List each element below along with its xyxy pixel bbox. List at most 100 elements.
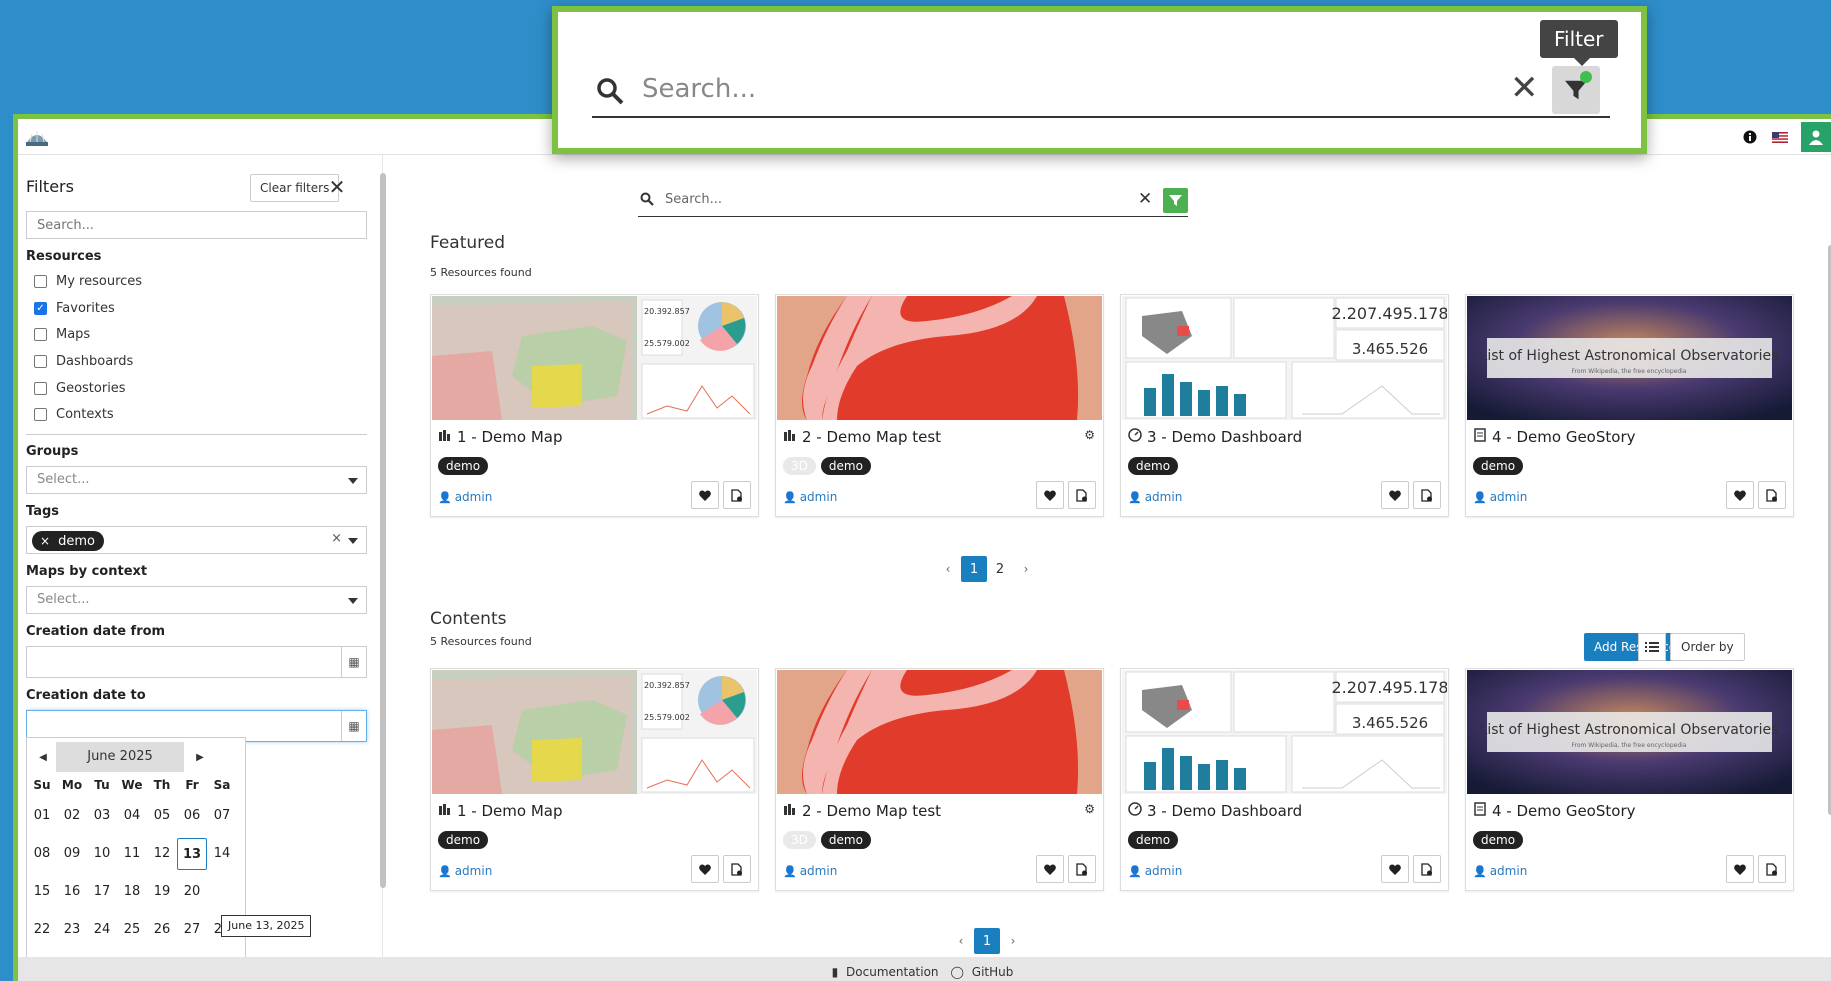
resource-owner[interactable]: 👤 admin [1473, 490, 1527, 504]
calendar-day[interactable]: 18 [117, 876, 147, 908]
calendar-day[interactable]: 12 [147, 838, 177, 870]
resource-owner[interactable]: 👤 admin [783, 490, 837, 504]
checkbox-checked[interactable]: ✓ [34, 302, 47, 315]
resource-thumbnail[interactable] [777, 670, 1102, 794]
resource-title-text[interactable]: 4 - Demo GeoStory [1492, 428, 1635, 446]
resource-title-text[interactable]: 1 - Demo Map [457, 428, 562, 446]
calendar-day[interactable]: 17 [87, 876, 117, 908]
resource-card[interactable]: 20.392.857 25.579.002 1 - Demo Map demo … [430, 294, 759, 517]
resource-thumbnail[interactable]: List of Highest Astronomical Observatori… [1467, 296, 1792, 420]
tag-chip[interactable]: demo [1473, 831, 1524, 849]
favorite-button[interactable] [1726, 481, 1754, 509]
resource-thumbnail[interactable]: 20.392.857 25.579.002 [432, 296, 757, 420]
resource-title[interactable]: 2 - Demo Map test [783, 428, 941, 446]
scrollbar-thumb[interactable] [380, 173, 386, 888]
favorite-button[interactable] [691, 481, 719, 509]
calendar-day[interactable]: 04 [117, 800, 147, 832]
page-1[interactable]: 1 [961, 556, 987, 582]
resource-owner[interactable]: 👤 admin [438, 864, 492, 878]
resource-card[interactable]: 2 - Demo Map test ⚙ 3D demo 👤 admin [775, 294, 1104, 517]
resource-title[interactable]: 1 - Demo Map [438, 428, 562, 446]
details-button[interactable] [1068, 481, 1096, 509]
tag-chip[interactable]: demo [820, 831, 871, 849]
calendar-day[interactable]: 07 [207, 800, 237, 832]
owner-name[interactable]: admin [1490, 864, 1528, 878]
calendar-day[interactable]: 15 [27, 876, 57, 908]
favorite-button[interactable] [1036, 481, 1064, 509]
filter-favorites[interactable]: ✓ Favorites [34, 301, 115, 316]
calendar-day[interactable]: 14 [207, 838, 237, 870]
flag-icon[interactable] [1765, 122, 1795, 152]
calendar-day[interactable]: 24 [87, 914, 117, 946]
zoomed-search-bar[interactable]: Search... ✕ [592, 64, 1610, 118]
tag-chip[interactable]: demo [820, 457, 871, 475]
calendar-day[interactable]: 16 [57, 876, 87, 908]
filter-maps[interactable]: Maps [34, 327, 90, 342]
calendar-day[interactable]: 08 [27, 838, 57, 870]
calendar-day[interactable]: 05 [147, 800, 177, 832]
calendar-day[interactable]: 26 [147, 914, 177, 946]
tag-chip[interactable]: demo [1128, 831, 1179, 849]
resource-title[interactable]: 3 - Demo Dashboard [1128, 428, 1302, 446]
prev-page-icon[interactable]: ‹ [948, 934, 974, 948]
resource-thumbnail[interactable]: 2.207.495.178 3.465.526 [1122, 670, 1447, 794]
resource-owner[interactable]: 👤 admin [1128, 864, 1182, 878]
resource-owner[interactable]: 👤 admin [1473, 864, 1527, 878]
resource-thumbnail[interactable] [777, 296, 1102, 420]
tag-chip[interactable]: demo [1473, 457, 1524, 475]
details-button[interactable] [723, 855, 751, 883]
resource-title[interactable]: 3 - Demo Dashboard [1128, 802, 1302, 820]
favorite-button[interactable] [1381, 481, 1409, 509]
details-button[interactable] [1758, 481, 1786, 509]
owner-name[interactable]: admin [800, 864, 838, 878]
owner-name[interactable]: admin [455, 490, 493, 504]
calendar-icon[interactable]: ▦ [341, 711, 366, 741]
details-button[interactable] [1413, 855, 1441, 883]
resource-title[interactable]: 2 - Demo Map test [783, 802, 941, 820]
checkbox[interactable] [34, 275, 47, 288]
calendar-day[interactable]: 19 [147, 876, 177, 908]
calendar-day[interactable]: 09 [57, 838, 87, 870]
filter-dashboards[interactable]: Dashboards [34, 354, 133, 369]
resource-title-text[interactable]: 3 - Demo Dashboard [1147, 802, 1302, 820]
owner-name[interactable]: admin [800, 490, 838, 504]
resource-card[interactable]: List of Highest Astronomical Observatori… [1465, 668, 1794, 891]
calendar-day[interactable]: 27 [177, 914, 207, 946]
tag-chip[interactable]: demo [438, 457, 489, 475]
info-icon[interactable] [1735, 122, 1765, 152]
details-button[interactable] [723, 481, 751, 509]
user-icon[interactable] [1801, 122, 1831, 152]
resource-card[interactable]: 20.392.857 25.579.002 1 - Demo Map demo … [430, 668, 759, 891]
resource-thumbnail[interactable]: 2.207.495.178 3.465.526 [1122, 296, 1447, 420]
prev-month-icon[interactable]: ◀ [33, 744, 53, 770]
groups-select[interactable]: Select... [26, 466, 367, 494]
main-scrollbar[interactable] [1826, 155, 1831, 957]
owner-name[interactable]: admin [1145, 864, 1183, 878]
calendar-day[interactable]: 03 [87, 800, 117, 832]
tag-chip[interactable]: × demo [32, 531, 104, 551]
tag-chip[interactable]: demo [438, 831, 489, 849]
documentation-link[interactable]: ▮ Documentation [832, 965, 943, 979]
clear-search-icon[interactable]: ✕ [1510, 70, 1539, 106]
clear-search-icon[interactable]: ✕ [1138, 189, 1152, 209]
logo-icon[interactable] [24, 124, 50, 149]
calendar-day[interactable]: 02 [57, 800, 87, 832]
resource-title-text[interactable]: 3 - Demo Dashboard [1147, 428, 1302, 446]
sidebar-scrollbar[interactable] [380, 163, 386, 943]
resource-title[interactable]: 4 - Demo GeoStory [1473, 802, 1635, 820]
resource-title[interactable]: 4 - Demo GeoStory [1473, 428, 1635, 446]
calendar-icon[interactable]: ▦ [341, 647, 366, 677]
resource-title-text[interactable]: 1 - Demo Map [457, 802, 562, 820]
resource-card[interactable]: 2.207.495.178 3.465.526 3 - Demo Dashboa… [1120, 294, 1449, 517]
maps-by-context-select[interactable]: Select... [26, 586, 367, 614]
calendar-day[interactable]: 10 [87, 838, 117, 870]
checkbox[interactable] [34, 355, 47, 368]
resource-card[interactable]: List of Highest Astronomical Observatori… [1465, 294, 1794, 517]
favorite-button[interactable] [691, 855, 719, 883]
next-page-icon[interactable]: › [1013, 562, 1039, 576]
close-icon[interactable]: ✕ [324, 175, 350, 201]
calendar-day[interactable]: 22 [27, 914, 57, 946]
resource-card[interactable]: 2.207.495.178 3.465.526 3 - Demo Dashboa… [1120, 668, 1449, 891]
calendar-day[interactable]: 13 [177, 838, 207, 870]
filter-my-resources[interactable]: My resources [34, 274, 142, 289]
